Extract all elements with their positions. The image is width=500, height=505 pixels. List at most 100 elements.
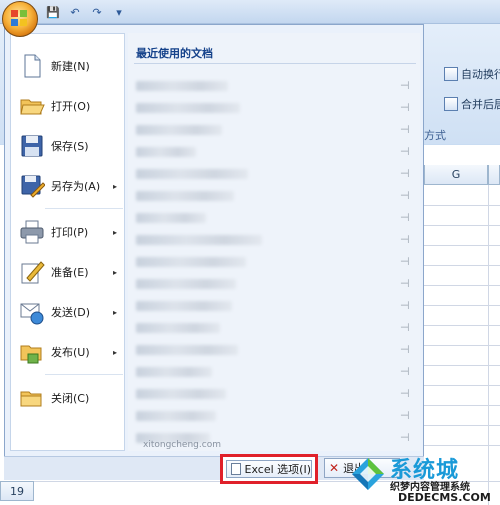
- recent-document-item[interactable]: ⊣: [128, 251, 420, 273]
- menu-item-label: 打印(P): [51, 226, 89, 239]
- pin-icon[interactable]: ⊣: [400, 123, 410, 136]
- recent-document-item[interactable]: ⊣: [128, 207, 420, 229]
- excel-options-label: Excel 选项(I): [244, 463, 311, 476]
- recent-documents-panel: 最近使用的文档 ⊣ ⊣ ⊣ ⊣ ⊣ ⊣ ⊣ ⊣ ⊣ ⊣ ⊣ ⊣ ⊣ ⊣ ⊣ ⊣ …: [128, 33, 420, 451]
- send-icon: [20, 303, 44, 325]
- gridline: [424, 245, 500, 246]
- qat-save-icon[interactable]: 💾: [44, 4, 62, 20]
- recent-documents-title: 最近使用的文档: [136, 47, 213, 60]
- printer-icon: [20, 220, 44, 244]
- submenu-arrow-icon: ▸: [113, 347, 118, 357]
- row-header-19[interactable]: 19: [0, 481, 34, 501]
- menu-item-open[interactable]: 打开(O): [11, 86, 124, 126]
- recent-document-item[interactable]: ⊣: [128, 339, 420, 361]
- menu-item-prepare[interactable]: 准备(E) ▸: [11, 252, 124, 292]
- wrap-text-button[interactable]: 自动换行: [444, 66, 500, 82]
- submenu-arrow-icon: ▸: [113, 227, 118, 237]
- recent-document-item[interactable]: ⊣: [128, 97, 420, 119]
- close-folder-icon: [20, 391, 42, 407]
- watermark-logo-icon: [352, 458, 384, 490]
- menu-commands: 新建(N) 打开(O) 保存(S) 另存为(A) ▸ 打印(P) ▸ 准备(E)…: [10, 33, 125, 451]
- pin-icon[interactable]: ⊣: [400, 255, 410, 268]
- pin-icon[interactable]: ⊣: [400, 431, 410, 444]
- office-logo-icon: [11, 10, 29, 28]
- merge-center-label: 合并后居: [461, 98, 500, 111]
- menu-item-save-as[interactable]: 另存为(A) ▸: [11, 166, 124, 206]
- qat-undo-icon[interactable]: ↶: [66, 4, 84, 20]
- recent-document-item[interactable]: ⊣: [128, 405, 420, 427]
- menu-item-print[interactable]: 打印(P) ▸: [11, 212, 124, 252]
- pin-icon[interactable]: ⊣: [400, 387, 410, 400]
- menu-item-publish[interactable]: 发布(U) ▸: [11, 332, 124, 372]
- pin-icon[interactable]: ⊣: [400, 343, 410, 356]
- recent-document-item[interactable]: ⊣: [128, 229, 420, 251]
- submenu-arrow-icon: ▸: [113, 307, 118, 317]
- menu-separator: [45, 374, 123, 375]
- recent-document-item[interactable]: ⊣: [128, 383, 420, 405]
- menu-item-label: 关闭(C): [51, 392, 90, 405]
- pin-icon[interactable]: ⊣: [400, 79, 410, 92]
- menu-item-save[interactable]: 保存(S): [11, 126, 124, 166]
- menu-item-new[interactable]: 新建(N): [11, 46, 124, 86]
- excel-options-button[interactable]: Excel 选项(I): [226, 460, 312, 478]
- pin-icon[interactable]: ⊣: [400, 277, 410, 290]
- recent-document-item[interactable]: ⊣: [128, 163, 420, 185]
- pin-icon[interactable]: ⊣: [400, 321, 410, 334]
- prepare-pen-icon: [21, 261, 45, 284]
- menu-item-label: 发布(U): [51, 346, 90, 359]
- recent-document-item[interactable]: ⊣: [128, 119, 420, 141]
- pin-icon[interactable]: ⊣: [400, 101, 410, 114]
- menu-item-label: 另存为(A): [51, 180, 101, 193]
- gridline: [424, 365, 500, 366]
- open-folder-icon: [20, 99, 45, 115]
- merge-center-icon: [444, 97, 458, 111]
- options-document-icon: [231, 463, 241, 475]
- menu-item-send[interactable]: 发送(D) ▸: [11, 292, 124, 332]
- pin-icon[interactable]: ⊣: [400, 299, 410, 312]
- gridline: [424, 385, 500, 386]
- gridline: [424, 425, 500, 426]
- column-header-h[interactable]: [488, 165, 500, 185]
- pin-icon[interactable]: ⊣: [400, 365, 410, 378]
- qat-redo-icon[interactable]: ↷: [88, 4, 106, 20]
- gridline: [424, 205, 500, 206]
- menu-item-label: 新建(N): [51, 60, 90, 73]
- office-button[interactable]: [2, 1, 38, 37]
- recent-separator: [134, 63, 416, 64]
- qat-customize-icon[interactable]: ▾: [110, 4, 128, 20]
- save-as-icon: [21, 175, 45, 198]
- wrap-text-label: 自动换行: [461, 68, 500, 81]
- menu-item-label: 准备(E): [51, 266, 89, 279]
- pin-icon[interactable]: ⊣: [400, 189, 410, 202]
- alignment-group-label: 方式: [424, 129, 446, 142]
- pin-icon[interactable]: ⊣: [400, 145, 410, 158]
- submenu-arrow-icon: ▸: [113, 181, 118, 191]
- gridline: [424, 305, 500, 306]
- submenu-arrow-icon: ▸: [113, 267, 118, 277]
- gridline: [424, 405, 500, 406]
- recent-document-item[interactable]: ⊣: [128, 361, 420, 383]
- merge-center-button[interactable]: 合并后居: [444, 96, 500, 112]
- title-bar: 💾 ↶ ↷ ▾: [0, 0, 500, 24]
- gridline: [424, 325, 500, 326]
- column-header-g[interactable]: G: [424, 165, 488, 185]
- pin-icon[interactable]: ⊣: [400, 409, 410, 422]
- recent-document-item[interactable]: ⊣: [128, 185, 420, 207]
- save-disk-icon: [21, 135, 43, 157]
- pin-icon[interactable]: ⊣: [400, 167, 410, 180]
- recent-document-item[interactable]: ⊣: [128, 273, 420, 295]
- menu-separator: [45, 208, 123, 209]
- recent-document-item[interactable]: ⊣: [128, 295, 420, 317]
- menu-item-label: 保存(S): [51, 140, 89, 153]
- publish-icon: [20, 345, 42, 364]
- exit-x-icon: ✕: [329, 461, 340, 475]
- recent-document-item[interactable]: ⊣: [128, 317, 420, 339]
- pin-icon[interactable]: ⊣: [400, 211, 410, 224]
- recent-document-item[interactable]: ⊣: [128, 75, 420, 97]
- menu-item-label: 发送(D): [51, 306, 91, 319]
- gridline: [424, 265, 500, 266]
- menu-item-close[interactable]: 关闭(C): [11, 378, 124, 418]
- pin-icon[interactable]: ⊣: [400, 233, 410, 246]
- gridline: [424, 225, 500, 226]
- recent-document-item[interactable]: ⊣: [128, 141, 420, 163]
